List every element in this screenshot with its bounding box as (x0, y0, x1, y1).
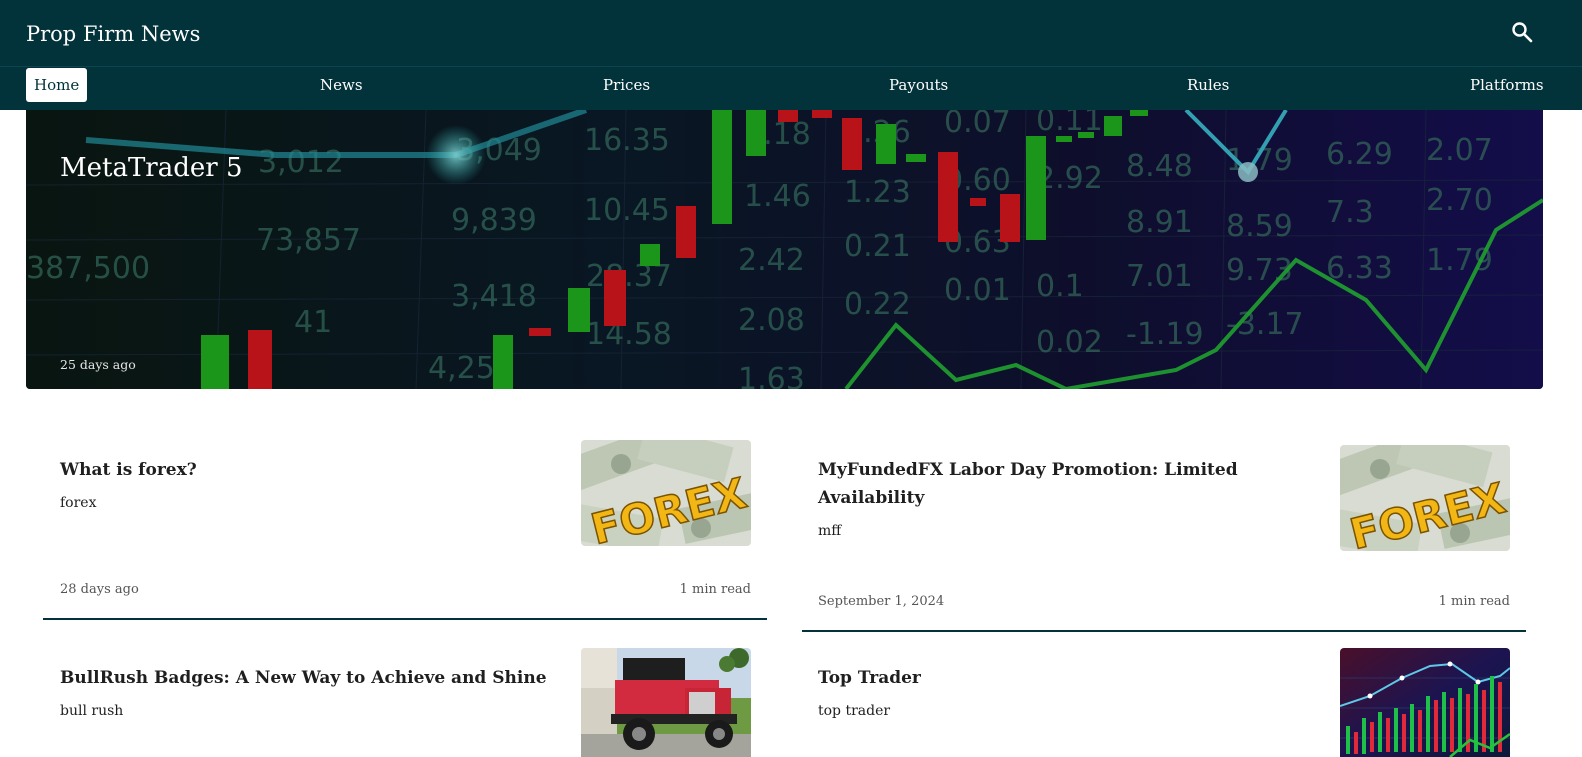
article-title[interactable]: MyFundedFX Labor Day Promotion: Limited … (818, 456, 1238, 512)
forex-image: FOREX (1340, 445, 1510, 551)
article-title[interactable]: Top Trader (818, 664, 1238, 692)
hero-title[interactable]: MetaTrader 5 (60, 150, 243, 186)
search-button[interactable] (1510, 20, 1538, 48)
article-thumbnail[interactable]: FOREX (581, 440, 751, 546)
hero-trading-image: 3,01273,857387,500413,0499,8393,4184,256… (26, 110, 1543, 389)
trading-chart-image (1340, 648, 1510, 757)
article-timestamp: 28 days ago (60, 582, 139, 597)
article-card[interactable]: Top Trader top trader (802, 638, 1526, 757)
article-thumbnail[interactable]: FOREX (1340, 445, 1510, 551)
jeep-image (581, 648, 751, 757)
article-divider (43, 618, 767, 620)
nav-divider (0, 66, 1582, 67)
article-divider (802, 630, 1526, 632)
article-tag[interactable]: bull rush (60, 701, 123, 721)
article-card[interactable]: What is forex? forex FOREX 28 days ago 1… (43, 430, 767, 620)
article-timestamp: September 1, 2024 (818, 594, 945, 609)
site-header: Prop Firm News Home News Prices Payouts … (0, 0, 1582, 110)
article-card[interactable]: MyFundedFX Labor Day Promotion: Limited … (802, 430, 1526, 632)
nav-prices[interactable]: Prices (595, 68, 658, 102)
nav-home[interactable]: Home (26, 68, 88, 102)
article-read-time: 1 min read (679, 582, 751, 597)
article-tag[interactable]: forex (60, 493, 96, 513)
nav-platforms[interactable]: Platforms (1462, 68, 1552, 102)
site-brand[interactable]: Prop Firm News (26, 18, 200, 50)
article-tag[interactable]: mff (818, 521, 841, 541)
hero-timestamp: 25 days ago (60, 357, 136, 372)
nav-rules[interactable]: Rules (1179, 68, 1237, 102)
article-card[interactable]: BullRush Badges: A New Way to Achieve an… (43, 638, 767, 757)
search-icon (1512, 22, 1533, 43)
article-title[interactable]: What is forex? (60, 456, 540, 484)
article-tag[interactable]: top trader (818, 701, 890, 721)
article-read-time: 1 min read (1438, 594, 1510, 609)
nav-news[interactable]: News (312, 68, 371, 102)
forex-image: FOREX (581, 440, 751, 546)
article-thumbnail[interactable] (1340, 648, 1510, 757)
article-title[interactable]: BullRush Badges: A New Way to Achieve an… (60, 664, 560, 692)
hero-featured-article[interactable]: 3,012 73,857 387,500 41 3,049 9,839 3,418 4,256… (26, 110, 1543, 389)
article-thumbnail[interactable] (581, 648, 751, 757)
nav-payouts[interactable]: Payouts (881, 68, 956, 102)
